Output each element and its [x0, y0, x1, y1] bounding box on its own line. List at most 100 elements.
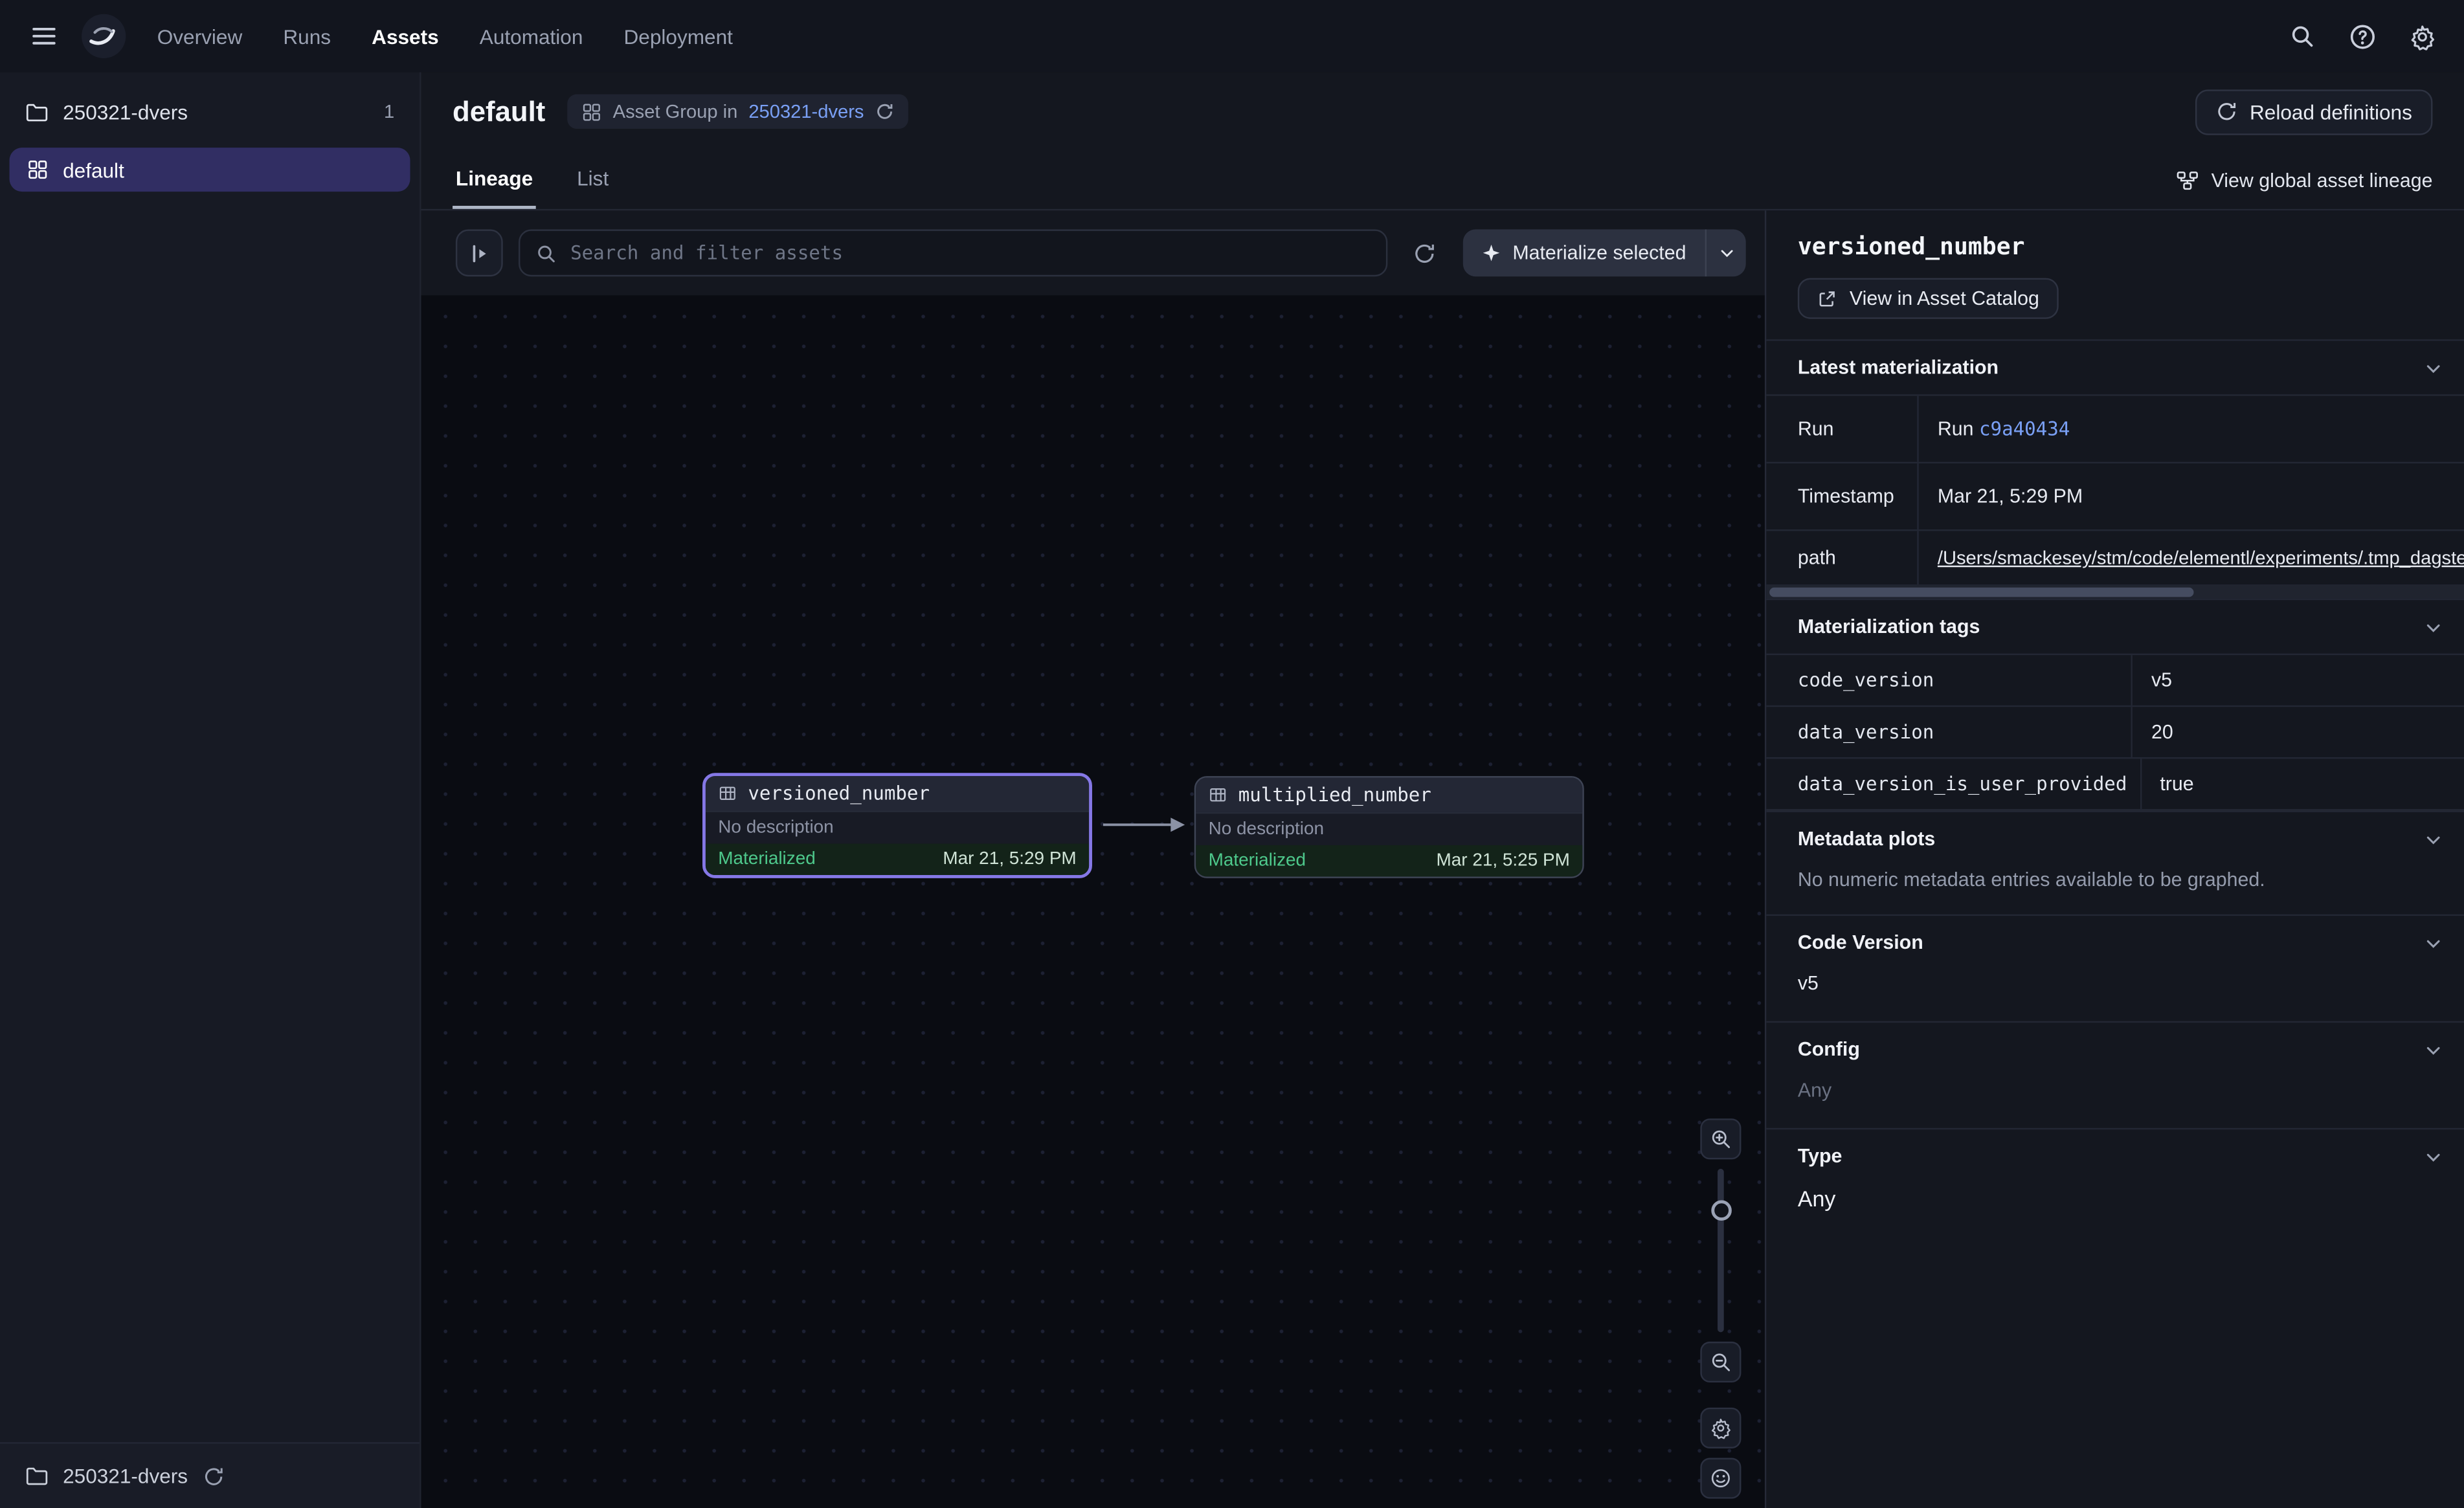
nav-item-deployment[interactable]: Deployment — [624, 25, 733, 48]
reload-definitions-button[interactable]: Reload definitions — [2195, 89, 2432, 134]
section-latest-materialization[interactable]: Latest materialization — [1766, 339, 2464, 394]
materialize-dropdown-button[interactable] — [1705, 229, 1746, 276]
external-link-icon — [1817, 288, 1837, 309]
table-row: Run Run c9a40434 — [1766, 394, 2464, 461]
asset-node-versioned-number[interactable]: versioned_number No description Material… — [702, 773, 1092, 878]
menu-icon[interactable] — [22, 14, 66, 58]
section-config[interactable]: Config — [1766, 1021, 2464, 1076]
materialization-path-link[interactable]: /Users/smackesey/stm/code/elementl/exper… — [1938, 547, 2464, 569]
chevron-down-icon — [2425, 359, 2442, 377]
chevron-down-icon — [2425, 618, 2442, 636]
tag-key: data_version — [1766, 707, 2131, 757]
section-type[interactable]: Type — [1766, 1128, 2464, 1183]
row-value: Mar 21, 5:29 PM — [1917, 463, 2464, 529]
materialize-split-button: Materialize selected — [1462, 229, 1746, 276]
section-heading: Code Version — [1798, 931, 1923, 953]
help-icon[interactable] — [2342, 16, 2382, 56]
lineage-edge — [421, 295, 1765, 1508]
nav-actions — [2281, 16, 2442, 56]
sparkle-icon — [1481, 243, 1500, 262]
zoom-slider-handle[interactable] — [1710, 1200, 1731, 1221]
materialize-selected-label: Materialize selected — [1512, 242, 1686, 264]
asset-group-icon — [27, 159, 49, 181]
asset-node-multiplied-number[interactable]: multiplied_number No description Materia… — [1194, 776, 1584, 878]
table-icon — [1209, 786, 1227, 804]
panel-toggle-button[interactable] — [456, 229, 503, 276]
tag-key: code_version — [1766, 655, 2131, 705]
run-prefix: Run — [1938, 418, 1974, 440]
asset-group-badge[interactable]: Asset Group in 250321-dvers — [567, 94, 908, 129]
horizontal-scrollbar[interactable] — [1766, 584, 2464, 599]
chevron-down-icon — [2425, 830, 2442, 848]
zoom-slider[interactable] — [1700, 1169, 1741, 1332]
view-in-asset-catalog-label: View in Asset Catalog — [1850, 287, 2039, 309]
lineage-graph-icon — [2177, 169, 2199, 191]
asset-node-description: No description — [1196, 812, 1582, 845]
view-global-lineage-link[interactable]: View global asset lineage — [2177, 169, 2432, 191]
nav-item-automation[interactable]: Automation — [480, 25, 583, 48]
section-materialization-tags[interactable]: Materialization tags — [1766, 599, 2464, 654]
asset-detail-panel: versioned_number View in Asset Catalog L… — [1765, 210, 2464, 1508]
search-icon — [536, 243, 557, 263]
section-code-version[interactable]: Code Version — [1766, 915, 2464, 970]
section-heading: Materialization tags — [1798, 616, 1980, 638]
row-value: Run c9a40434 — [1917, 396, 2464, 462]
nav-item-runs[interactable]: Runs — [283, 25, 331, 48]
badge-repo-link[interactable]: 250321-dvers — [748, 100, 864, 122]
nav-item-assets[interactable]: Assets — [372, 25, 439, 48]
asset-sidebar: 250321-dvers 1 default 250321-dvers — [0, 72, 421, 1508]
sidebar-group-row[interactable]: 250321-dvers 1 — [0, 88, 420, 135]
asset-search-input[interactable] — [570, 242, 1369, 264]
sidebar-group-label: 250321-dvers — [63, 100, 188, 123]
code-version-value: v5 — [1766, 970, 2464, 1021]
nav-item-overview[interactable]: Overview — [157, 25, 243, 48]
refresh-icon[interactable] — [875, 102, 893, 121]
tag-value: true — [2140, 759, 2464, 809]
focus-face-button[interactable] — [1700, 1458, 1741, 1499]
sidebar-footer: 250321-dvers — [0, 1442, 420, 1508]
table-icon — [718, 784, 737, 803]
lineage-toolbar: Materialize selected — [421, 210, 1765, 295]
graph-settings-button[interactable] — [1700, 1408, 1741, 1448]
view-in-asset-catalog-button[interactable]: View in Asset Catalog — [1798, 278, 2058, 319]
row-label: Timestamp — [1766, 463, 1917, 529]
tag-key: data_version_is_user_provided — [1766, 759, 2140, 809]
asset-node-status: Materialized — [1209, 852, 1306, 870]
chevron-down-icon — [2425, 1148, 2442, 1165]
run-id-link[interactable]: c9a40434 — [1979, 418, 2070, 440]
refresh-graph-button[interactable] — [1402, 231, 1446, 275]
tab-lineage[interactable]: Lineage — [453, 151, 536, 209]
asset-group-icon — [581, 102, 602, 122]
sidebar-item-label: default — [63, 158, 124, 181]
tab-list[interactable]: List — [574, 151, 612, 209]
materialize-selected-button[interactable]: Materialize selected — [1462, 229, 1705, 276]
section-metadata-plots[interactable]: Metadata plots — [1766, 810, 2464, 865]
page-title: default — [453, 95, 545, 128]
zoom-in-button[interactable] — [1700, 1118, 1741, 1159]
asset-node-timestamp: Mar 21, 5:25 PM — [1437, 852, 1570, 870]
row-label: Run — [1766, 396, 1917, 462]
asset-node-timestamp: Mar 21, 5:29 PM — [943, 850, 1076, 869]
reload-definitions-label: Reload definitions — [2250, 100, 2412, 123]
refresh-icon[interactable] — [202, 1465, 224, 1487]
search-icon[interactable] — [2281, 16, 2322, 56]
tag-value: v5 — [2131, 655, 2464, 705]
badge-prefix-text: Asset Group in — [613, 100, 738, 122]
sidebar-item-default[interactable]: default — [10, 148, 410, 192]
view-global-lineage-label: View global asset lineage — [2212, 169, 2433, 191]
scrollbar-thumb[interactable] — [1769, 587, 2193, 597]
table-row: data_version 20 — [1766, 705, 2464, 757]
sidebar-group-count: 1 — [384, 100, 394, 122]
zoom-out-button[interactable] — [1700, 1342, 1741, 1382]
section-heading: Config — [1798, 1038, 1860, 1060]
tag-value: 20 — [2131, 707, 2464, 757]
chevron-down-icon — [2425, 1041, 2442, 1058]
folder-icon — [25, 100, 49, 123]
section-heading: Type — [1798, 1146, 1842, 1168]
lineage-canvas[interactable]: versioned_number No description Material… — [421, 295, 1765, 1508]
dagster-logo[interactable] — [78, 11, 129, 61]
chevron-down-icon — [2425, 934, 2442, 951]
table-row: Timestamp Mar 21, 5:29 PM — [1766, 462, 2464, 529]
panel-asset-title: versioned_number — [1798, 232, 2433, 261]
settings-gear-icon[interactable] — [2401, 16, 2442, 56]
